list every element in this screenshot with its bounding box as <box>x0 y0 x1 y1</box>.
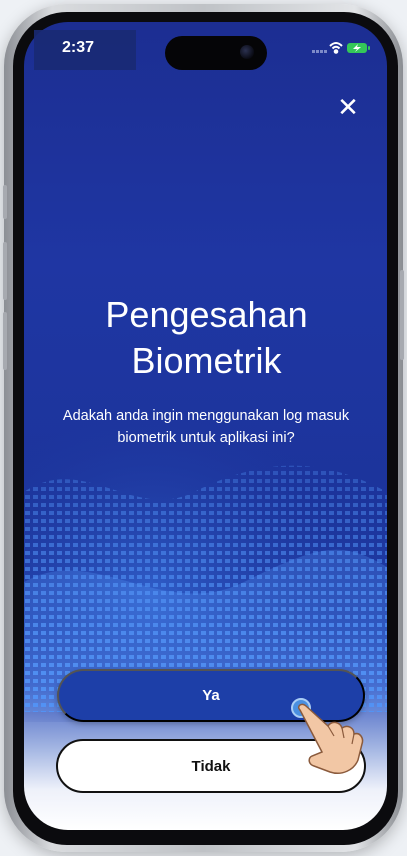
signal-icon <box>312 50 327 53</box>
page-title: Pengesahan Biometrik <box>34 292 379 384</box>
status-icons <box>312 42 370 54</box>
wifi-icon <box>329 42 343 54</box>
phone-volume-up-button <box>3 242 7 300</box>
title-line-2: Biometrik <box>131 340 282 382</box>
phone-volume-down-button <box>3 312 7 370</box>
status-time: 2:37 <box>62 39 95 56</box>
phone-power-button <box>400 270 404 360</box>
dialog-message: Adakah anda ingin menggunakan log masuk … <box>62 407 350 446</box>
battery-charging-icon <box>347 43 370 53</box>
camera-icon <box>240 45 254 59</box>
title-line-1: Pengesahan <box>105 294 308 336</box>
phone-side-button <box>3 185 7 219</box>
close-icon[interactable]: ✕ <box>335 94 361 120</box>
pointing-hand-icon <box>297 703 364 774</box>
